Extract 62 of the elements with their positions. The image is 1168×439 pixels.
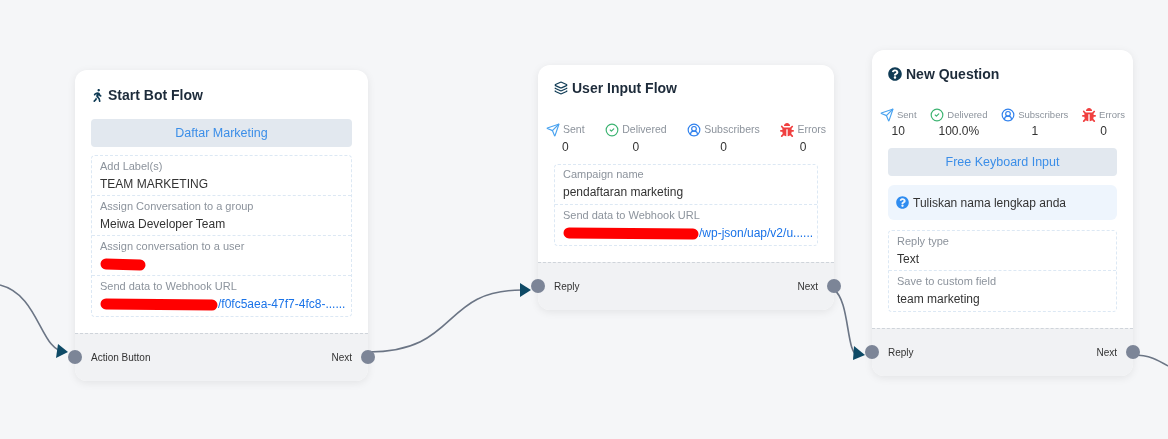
input-port[interactable] xyxy=(865,345,879,360)
stat-value: 10 xyxy=(891,123,905,141)
field-label: Campaign name xyxy=(563,167,645,183)
question-icon xyxy=(888,67,902,81)
output-port[interactable] xyxy=(1126,345,1140,360)
stat-value: 0 xyxy=(561,138,569,156)
stat-value: 100.0% xyxy=(938,123,980,141)
paper-plane-icon xyxy=(880,108,894,123)
input-port-label: Reply xyxy=(888,346,914,361)
input-port-label: Reply xyxy=(554,279,580,294)
bug-icon xyxy=(1082,108,1097,123)
bug-icon xyxy=(780,122,795,137)
user-circle-icon xyxy=(687,122,702,137)
field-label: Send data to Webhook URL xyxy=(563,207,701,223)
stat-label: Sent xyxy=(563,122,585,137)
webhook-link[interactable]: /wp-json/uap/v2/u...... xyxy=(699,223,814,242)
stat-value: 0 xyxy=(1100,123,1107,141)
field-label: Add Label(s) xyxy=(100,158,164,174)
node-title: Start Bot Flow xyxy=(108,85,203,105)
webhook-link[interactable]: /f0fc5aea-47f7-4fc8-...... xyxy=(218,295,346,313)
input-port[interactable] xyxy=(68,350,82,364)
stat-label: Subscribers xyxy=(704,122,760,137)
input-port[interactable] xyxy=(531,278,545,293)
field-label: Assign Conversation to a group xyxy=(100,198,255,214)
output-port[interactable] xyxy=(361,350,375,364)
redaction-scribble xyxy=(100,256,146,271)
check-circle-icon xyxy=(930,108,945,123)
output-port-label: Next xyxy=(331,351,352,365)
walking-person-icon xyxy=(91,88,104,102)
user-circle-icon xyxy=(1001,108,1016,123)
stat-value: 0 xyxy=(799,138,807,156)
field-value: TEAM MARKETING xyxy=(100,175,208,193)
output-port-label: Next xyxy=(797,279,818,294)
field-value: pendaftaran marketing xyxy=(563,184,684,202)
output-port-label: Next xyxy=(1096,346,1117,361)
stat-label: Delivered xyxy=(622,122,667,137)
stat-value: 0 xyxy=(632,138,640,156)
field-label: Send data to Webhook URL xyxy=(100,279,238,294)
field-value: Meiwa Developer Team xyxy=(100,215,226,233)
stat-value: 0 xyxy=(720,138,727,156)
field-label: Assign conversation to a user xyxy=(100,238,246,254)
check-circle-icon xyxy=(605,122,620,137)
option-button[interactable]: Daftar Marketing xyxy=(91,119,352,147)
stat-label: Subscribers xyxy=(1018,108,1069,122)
field-value: team marketing xyxy=(897,291,980,309)
stat-label: Sent xyxy=(897,108,917,122)
node-title: User Input Flow xyxy=(572,78,677,98)
stat-label: Delivered xyxy=(947,108,988,122)
stat-value: 1 xyxy=(1031,123,1039,141)
option-button[interactable]: Free Keyboard Input xyxy=(888,148,1117,177)
field-label: Reply type xyxy=(897,233,950,249)
layers-icon xyxy=(554,81,568,95)
field-value: Text xyxy=(897,250,919,268)
stat-label: Errors xyxy=(1099,108,1125,122)
output-port[interactable] xyxy=(827,278,841,293)
node-title: New Question xyxy=(906,64,1000,84)
field-label: Save to custom field xyxy=(897,274,998,290)
input-port-label: Action Button xyxy=(91,351,151,365)
question-icon xyxy=(896,196,909,210)
stat-label: Errors xyxy=(797,122,826,137)
paper-plane-icon xyxy=(546,122,560,137)
question-text: Tuliskan nama lengkap anda xyxy=(913,194,1066,212)
